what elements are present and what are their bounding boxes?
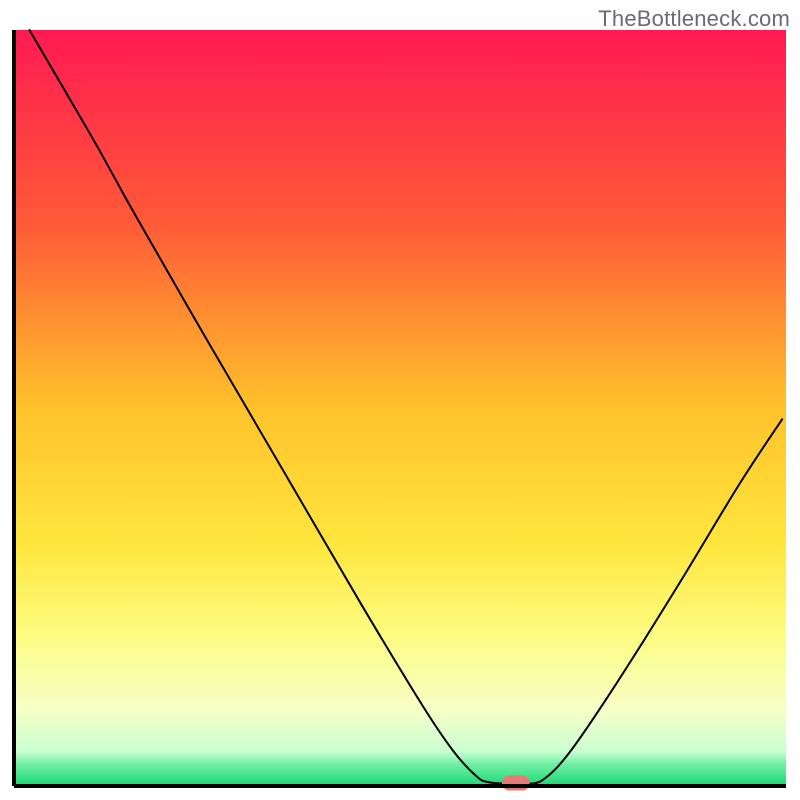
chart-canvas	[0, 0, 800, 800]
highlight-marker	[502, 775, 530, 790]
watermark-text: TheBottleneck.com	[598, 6, 790, 32]
bottleneck-chart: TheBottleneck.com	[0, 0, 800, 800]
